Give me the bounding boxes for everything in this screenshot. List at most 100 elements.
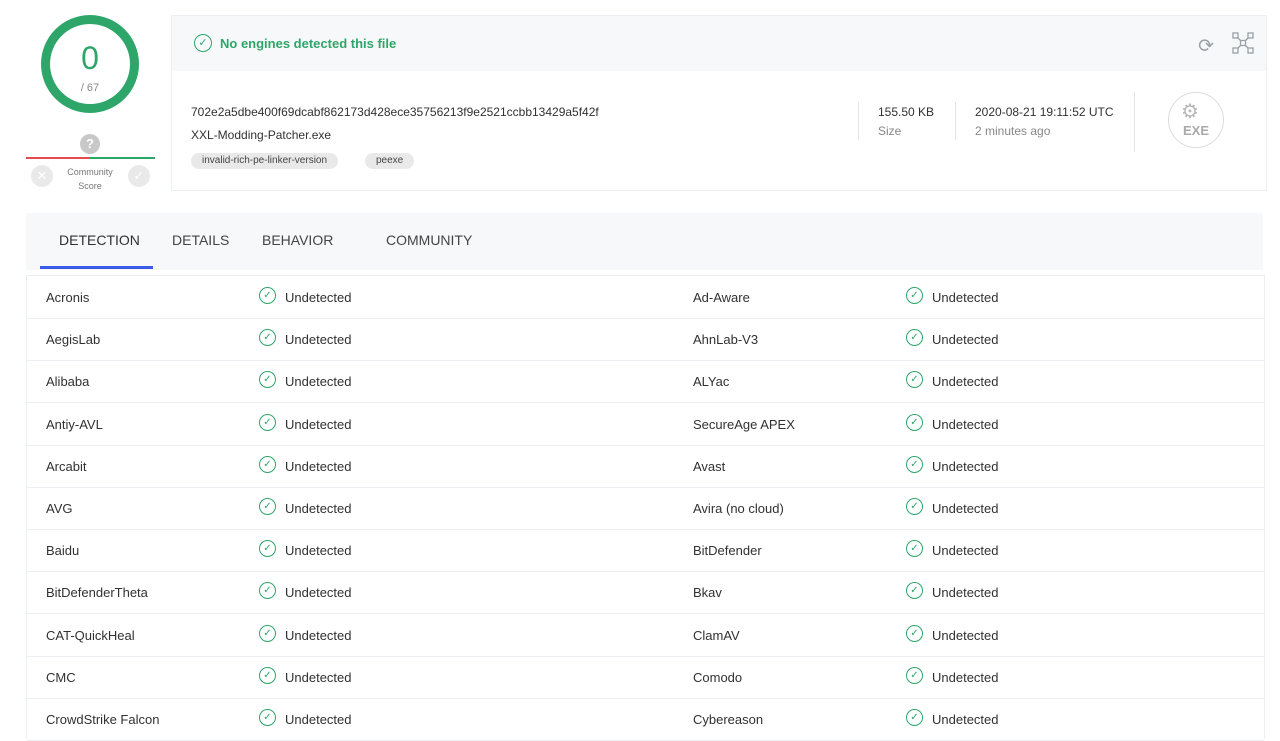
detection-score: 0 / 67	[50, 24, 130, 104]
exe-file-icon: ⚙ EXE	[1168, 92, 1224, 148]
engine-result: Undetected	[932, 501, 999, 516]
engine-name: Antiy-AVL	[46, 416, 103, 432]
community-label-line1: Community	[67, 167, 113, 177]
engine-name: Comodo	[693, 669, 743, 685]
table-row: Alibaba ✓ Undetected ALYac ✓ Undetected	[27, 360, 1264, 404]
file-size-value: 155.50 KB	[878, 105, 935, 119]
table-row: CMC ✓ Undetected Comodo ✓ Undetected	[27, 656, 1264, 699]
status-bar: ✓ No engines detected this file ⟳	[172, 16, 1266, 71]
check-circle-icon: ✓	[259, 582, 276, 600]
engine-name: Cybereason	[693, 712, 764, 727]
engine-result: Undetected	[932, 669, 999, 685]
table-row: AegisLab ✓ Undetected AhnLab-V3 ✓ Undetected	[27, 318, 1264, 362]
engine-result: Undetected	[285, 585, 352, 601]
engine-result: Undetected	[285, 627, 352, 643]
check-circle-icon: ✓	[906, 498, 923, 515]
community-help-icon[interactable]: ?	[80, 134, 100, 154]
table-row: CAT-QuickHeal ✓ Undetected ClamAV ✓ Undetecte…	[27, 614, 1264, 657]
status-text: No engines detected this file	[220, 36, 397, 51]
engine-result: Undetected	[285, 416, 352, 432]
engine-name: AhnLab-V3	[693, 332, 759, 348]
engine-name: ClamAV	[693, 627, 740, 643]
table-row: Baidu ✓ Undetected BitDefender ✓ Undetected	[27, 529, 1264, 573]
vote-harmless-icon[interactable]: ✓	[128, 165, 150, 187]
engine-result: Undetected	[285, 374, 352, 390]
check-circle-icon: ✓	[906, 329, 923, 347]
gear-icon: ⚙	[1181, 101, 1199, 123]
detection-count: 0	[81, 40, 99, 76]
divider	[1134, 92, 1135, 152]
check-circle-icon: ✓	[906, 666, 923, 684]
reload-icon[interactable]: ⟳	[1198, 35, 1214, 58]
engine-name: AegisLab	[46, 332, 101, 348]
engine-name: BitDefenderTheta	[46, 585, 148, 601]
engine-name: Arcabit	[46, 458, 87, 474]
engine-result: Undetected	[932, 458, 999, 474]
check-circle-icon: ✓	[259, 709, 276, 726]
file-size-label: Size	[878, 124, 902, 138]
divider	[858, 102, 859, 140]
table-row: AVG ✓ Undetected Avira (no cloud) ✓ Undetecte…	[27, 487, 1264, 530]
check-circle-icon: ✓	[259, 329, 276, 347]
engine-result: Undetected	[932, 585, 999, 601]
table-row: Antiy-AVL ✓ Undetected SecureAge APEX ✓ Undet…	[27, 403, 1264, 446]
check-circle-icon: ✓	[906, 287, 923, 304]
tab-community[interactable]: COMMUNITY	[386, 232, 472, 248]
check-circle-icon: ✓	[194, 34, 212, 52]
community-bar-negative	[26, 157, 90, 159]
check-circle-icon: ✓	[906, 624, 923, 642]
scan-date-relative: 2 minutes ago	[975, 124, 1051, 138]
check-circle-icon: ✓	[259, 371, 276, 389]
check-circle-icon: ✓	[906, 540, 923, 558]
engine-name: CMC	[46, 669, 76, 685]
engine-result: Undetected	[285, 501, 352, 516]
engine-name: Ad-Aware	[693, 290, 750, 305]
report-tabs: DETECTION DETAILS BEHAVIOR COMMUNITY	[26, 213, 1263, 270]
engine-result: Undetected	[932, 290, 999, 305]
engine-name: SecureAge APEX	[693, 416, 795, 432]
active-tab-indicator	[40, 266, 153, 269]
engine-name: CrowdStrike Falcon	[46, 712, 160, 727]
engine-name: ALYac	[693, 374, 730, 390]
check-circle-icon: ✓	[259, 413, 276, 431]
engine-name: Acronis	[46, 290, 90, 305]
engine-name: Alibaba	[46, 374, 90, 390]
file-hash[interactable]: 702e2a5dbe400f69dcabf862173d428ece357562…	[191, 105, 599, 119]
check-circle-icon: ✓	[906, 709, 923, 726]
engine-name: Bkav	[693, 585, 722, 601]
engine-result: Undetected	[932, 416, 999, 432]
community-score-label: Community Score	[55, 165, 125, 193]
tag-chip[interactable]: invalid-rich-pe-linker-version	[191, 153, 339, 169]
file-name: XXL-Modding-Patcher.exe	[191, 128, 332, 142]
tag-chip[interactable]: peexe	[365, 153, 415, 169]
engine-result: Undetected	[285, 543, 352, 559]
tab-detection[interactable]: DETECTION	[59, 232, 140, 248]
detection-score-ring: 0 / 67	[41, 15, 139, 113]
engine-result: Undetected	[285, 332, 352, 348]
detection-table: Acronis ✓ Undetected Ad-Aware ✓ Undetected Aeg…	[26, 275, 1265, 741]
engine-result: Undetected	[932, 543, 999, 559]
tab-behavior[interactable]: BEHAVIOR	[262, 232, 333, 248]
engine-result: Undetected	[285, 458, 352, 474]
divider	[955, 102, 956, 140]
scan-date-value: 2020-08-21 19:11:52 UTC	[975, 105, 1114, 119]
check-circle-icon: ✓	[259, 498, 276, 515]
engine-total: / 67	[80, 82, 100, 94]
check-circle-icon: ✓	[259, 540, 276, 558]
table-row: CrowdStrike Falcon ✓ Undetected Cybereason ✓…	[27, 698, 1264, 741]
engine-name: CAT-QuickHeal	[46, 627, 135, 643]
check-circle-icon: ✓	[259, 624, 276, 642]
tab-details[interactable]: DETAILS	[172, 232, 229, 248]
engine-name: Baidu	[46, 543, 80, 559]
engine-result: Undetected	[932, 712, 999, 727]
vote-harmful-icon[interactable]: ✕	[31, 165, 53, 187]
check-circle-icon: ✓	[906, 413, 923, 431]
check-circle-icon: ✓	[906, 371, 923, 389]
table-row: BitDefenderTheta ✓ Undetected Bkav ✓ Undetect…	[27, 571, 1264, 615]
engine-result: Undetected	[285, 712, 352, 727]
engine-name: BitDefender	[693, 543, 762, 559]
graph-icon[interactable]	[1232, 32, 1254, 54]
check-circle-icon: ✓	[259, 455, 276, 473]
file-summary-card: ✓ No engines detected this file ⟳ 702e2a…	[171, 15, 1267, 191]
engine-result: Undetected	[285, 669, 352, 685]
